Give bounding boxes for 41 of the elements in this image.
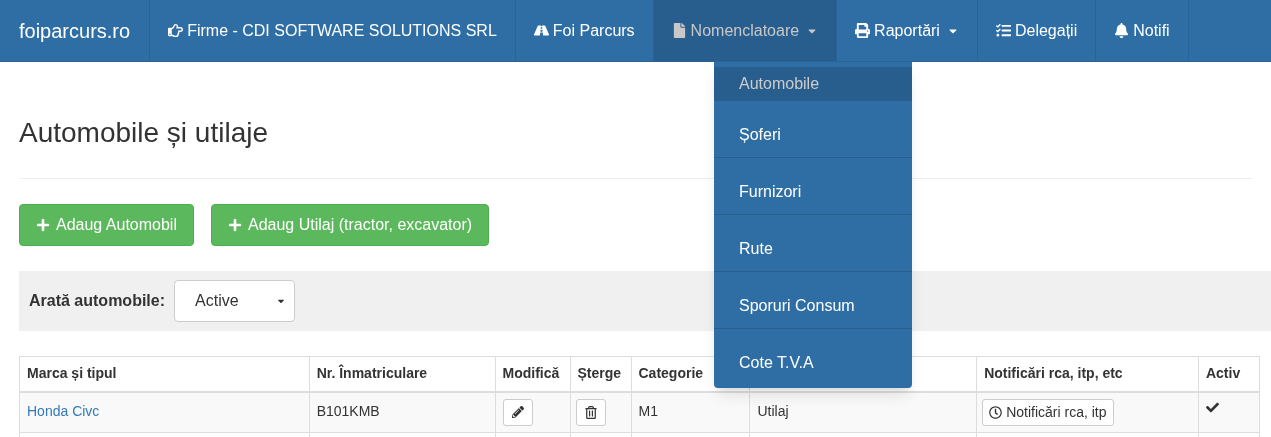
- plate-number: B101KMB: [316, 402, 380, 419]
- dropdown-item[interactable]: Rute: [714, 227, 912, 271]
- delete-button[interactable]: [575, 398, 606, 426]
- column-header: Notificări rca, itp, etc: [984, 365, 1123, 382]
- trash-icon: [584, 405, 597, 419]
- nav-menu-item[interactable]: Firme - CDI SOFTWARE SOLUTIONS SRL: [150, 0, 516, 61]
- dropdown-item[interactable]: Furnizori: [714, 170, 912, 214]
- pointing-hand-icon: [168, 23, 184, 38]
- filter-label: Arată automobile:: [29, 291, 165, 311]
- nav-menu-item[interactable]: Raportări: [837, 0, 978, 61]
- check-icon: [1205, 400, 1219, 414]
- column-header: Modifică: [502, 365, 560, 382]
- nav-menu-item[interactable]: Nomenclatoare: [653, 0, 838, 61]
- plus-icon: [228, 218, 242, 232]
- nav-menu-item[interactable]: Delegații: [977, 0, 1097, 61]
- edit-button[interactable]: [502, 398, 533, 426]
- printer-icon: [855, 23, 871, 38]
- list-icon: [995, 23, 1011, 38]
- document-icon: [671, 23, 687, 38]
- plus-icon: [36, 218, 50, 232]
- bell-icon: [1114, 23, 1130, 38]
- dropdown-item[interactable]: Sporuri Consum: [714, 284, 912, 328]
- dropdown-item[interactable]: Cote T.V.A: [714, 341, 912, 385]
- column-header: Categorie: [638, 365, 704, 382]
- column-header: Marca și tipul: [27, 365, 117, 382]
- column-header: Activ: [1205, 365, 1241, 382]
- notifications-button[interactable]: Notificări rca, itp: [982, 398, 1114, 426]
- clock-icon: [989, 405, 1003, 419]
- dropdown-item[interactable]: Automobile: [714, 67, 912, 100]
- nav-menu-item[interactable]: Notifi: [1096, 0, 1189, 61]
- filter-select[interactable]: Active: [174, 280, 295, 322]
- nav-menu-item[interactable]: Foi Parcurs: [515, 0, 654, 61]
- brand-link[interactable]: foiparcurs.ro: [0, 0, 151, 61]
- road-icon: [533, 23, 549, 38]
- column-header: Nr. Înmatriculare: [316, 365, 428, 382]
- pencil-icon: [511, 406, 524, 418]
- dropdown-item[interactable]: Șoferi: [714, 113, 912, 157]
- type-text: Utilaj: [757, 402, 789, 419]
- column-header: Șterge: [577, 365, 622, 382]
- car-link[interactable]: Honda Civc: [27, 402, 100, 419]
- category-text: M1: [638, 402, 658, 419]
